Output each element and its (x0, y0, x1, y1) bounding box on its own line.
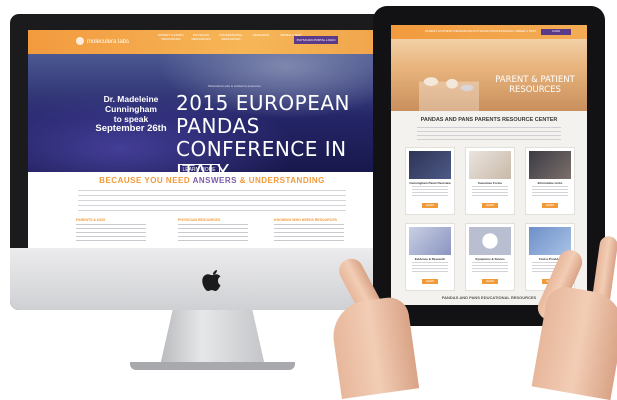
card-text (472, 262, 508, 274)
feature-text (76, 224, 146, 244)
tablet-header: PARENT & PATIENT RESOURCES PHYSICIAN PRO… (391, 25, 587, 39)
card-title: Insurance Forms (477, 181, 503, 185)
tablet-hero-title-line: PARENT & PATIENT (495, 75, 575, 85)
card-text (532, 186, 568, 198)
card-image (409, 151, 451, 179)
feature-title[interactable]: PARENTS & KIDS (76, 218, 146, 222)
portal-login-button[interactable]: PHYSICIAN PORTAL LOGIN (294, 36, 338, 44)
logo-mark-icon (76, 37, 84, 46)
section-heading: BECAUSE YOU NEED ANSWERS & UNDERSTANDING (28, 176, 396, 185)
card-button[interactable]: LEARN (422, 203, 438, 208)
feature-title[interactable]: PHYSICIAN RESOURCES (178, 218, 248, 222)
speaker-line: Cunningham (105, 104, 157, 114)
card-title: Cunningham Panel Overview (409, 181, 451, 185)
card-button[interactable]: LEARN (542, 203, 558, 208)
feature-column: PARENTS & KIDS (76, 218, 146, 248)
tablet-hero: PARENT & PATIENT RESOURCES (391, 39, 587, 111)
feature-text (274, 224, 344, 244)
card-button[interactable]: LEARN (482, 279, 498, 284)
card-title: Evidence & Research (414, 257, 446, 261)
card-title: Symptoms & Stories (475, 257, 505, 261)
heading-highlight: ANSWERS (192, 176, 237, 185)
card-text (472, 186, 508, 198)
speaker-date: September 26th (95, 123, 167, 134)
logo-text: moleculera labs (87, 39, 130, 45)
nav-item[interactable]: PROFESSIONAL RESOURCES (216, 33, 246, 51)
tablet-nav[interactable]: PARENT & PATIENT RESOURCES PHYSICIAN PRO… (425, 29, 536, 33)
nav-item[interactable]: PATIENT & FAMILY RESOURCES (156, 33, 186, 51)
desktop-screen: moleculera labs PATIENT & FAMILY RESOURC… (28, 30, 396, 248)
resource-card[interactable]: Evidence & Research LEARN (405, 223, 455, 291)
card-image (409, 227, 451, 255)
resource-cards: Cunningham Panel Overview LEARN Insuranc… (405, 147, 575, 291)
card-image (469, 151, 511, 179)
intro-paragraph (78, 190, 346, 214)
heading-part: BECAUSE YOU NEED (99, 176, 193, 185)
card-button[interactable]: LEARN (482, 203, 498, 208)
left-hand (328, 295, 420, 399)
resource-card[interactable]: Symptoms & Stories LEARN (465, 223, 515, 291)
nav-item[interactable]: RESEARCH (246, 33, 276, 51)
feature-column: KNOWING WHO NEEDS RESOURCES (274, 218, 344, 248)
apple-logo-icon (202, 268, 224, 292)
tablet-login-button[interactable]: LOGIN (541, 29, 571, 35)
card-image (529, 151, 571, 179)
card-button[interactable]: LEARN (422, 279, 438, 284)
resource-card[interactable]: Informative Links LEARN (525, 147, 575, 215)
hero-tagline: Moleculera Labs is excited to announce (208, 84, 261, 88)
site-header: moleculera labs PATIENT & FAMILY RESOURC… (28, 30, 396, 54)
hero-banner: Moleculera Labs is excited to announce D… (28, 54, 396, 184)
resource-card[interactable]: Insurance Forms LEARN (465, 147, 515, 215)
tablet-hero-title: PARENT & PATIENT RESOURCES (491, 75, 579, 95)
hero-title-line: 2015 EUROPEAN PANDAS (176, 91, 351, 138)
device-mockup-scene: moleculera labs PATIENT & FAMILY RESOURC… (0, 0, 617, 400)
imac-stand (160, 310, 265, 366)
feature-column: PHYSICIAN RESOURCES (178, 218, 248, 248)
site-logo[interactable]: moleculera labs (76, 36, 129, 48)
card-image (469, 227, 511, 255)
speaker-line: Dr. Madeleine (103, 94, 159, 104)
tablet-hero-title-line: RESOURCES (509, 85, 561, 95)
resource-center-intro (417, 127, 561, 143)
hero-speaker-text: Dr. Madeleine Cunningham to speak Septem… (76, 94, 186, 134)
imac-stand-foot (130, 362, 295, 370)
card-text (412, 262, 448, 274)
feature-text (178, 224, 248, 244)
resource-center-title: PANDAS AND PANS PARENTS RESOURCE CENTER (420, 117, 558, 123)
heading-part: & UNDERSTANDING (236, 176, 325, 185)
card-title: Informative Links (537, 181, 563, 185)
family-photo (419, 69, 479, 111)
card-text (412, 186, 448, 198)
feature-title[interactable]: KNOWING WHO NEEDS RESOURCES (274, 218, 344, 222)
resource-card[interactable]: Cunningham Panel Overview LEARN (405, 147, 455, 215)
learn-more-button[interactable]: LEARN MORE (178, 164, 220, 176)
nav-item[interactable]: PHYSICIAN RESOURCES (186, 33, 216, 51)
